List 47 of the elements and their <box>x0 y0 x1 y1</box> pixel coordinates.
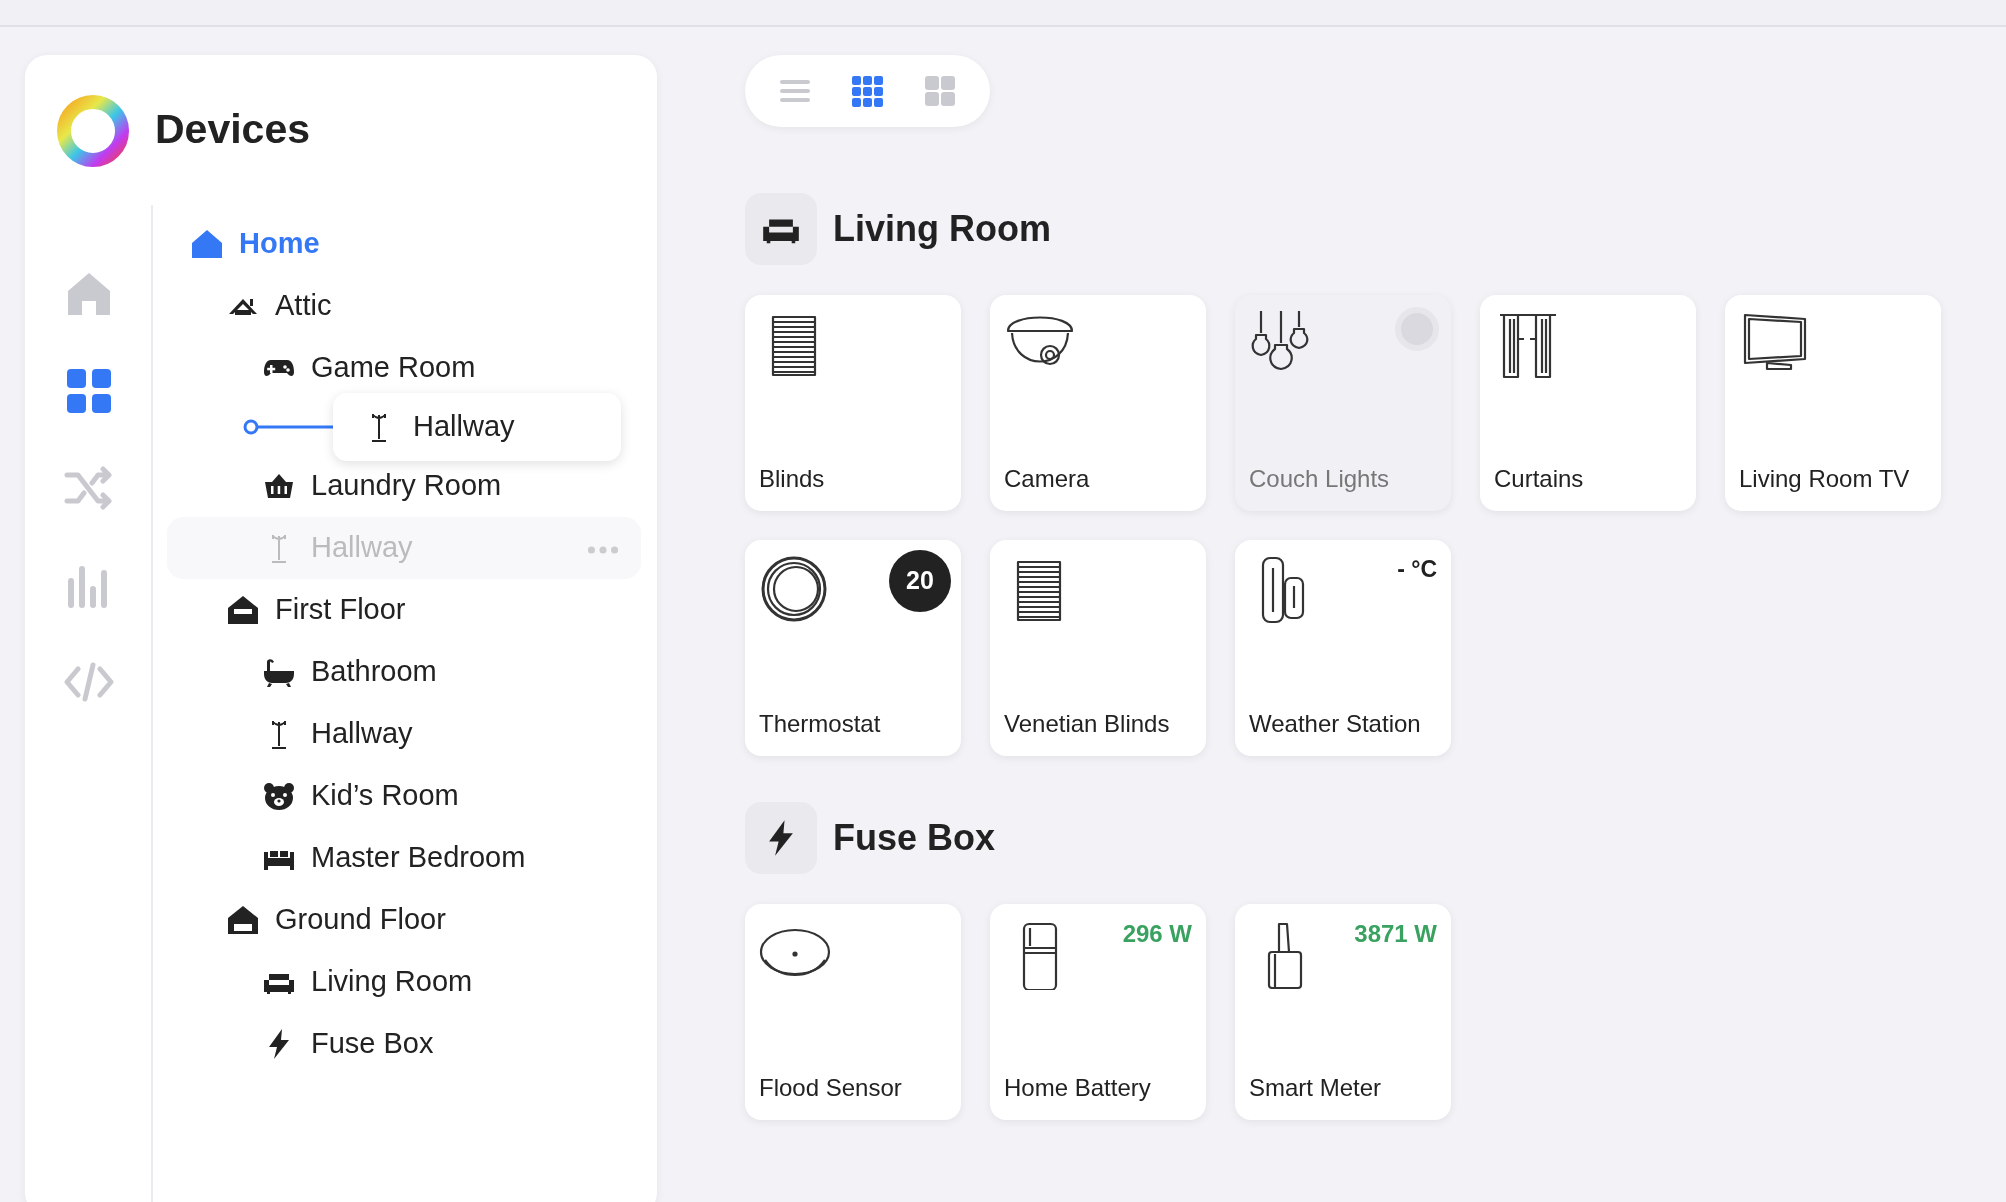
tree-item[interactable]: Kid’s Room <box>263 765 641 827</box>
device-name: Living Room TV <box>1739 464 1911 494</box>
tree-item[interactable]: Master Bedroom <box>263 827 641 889</box>
section-title: Living Room <box>833 207 1051 251</box>
device-tile[interactable]: Blinds <box>745 295 961 511</box>
device-name: Blinds <box>759 464 826 494</box>
device-name: Flood Sensor <box>759 1073 903 1103</box>
device-tile[interactable]: - °C Weather Station <box>1235 540 1451 756</box>
tree-item[interactable]: Attic <box>227 275 641 337</box>
device-tile[interactable]: Venetian Blinds <box>990 540 1206 756</box>
device-name: Weather Station <box>1249 709 1422 739</box>
tree-item[interactable]: Fuse Box <box>263 1013 641 1075</box>
temperature-reading: - °C <box>1397 555 1437 584</box>
device-tile[interactable]: 296 W Home Battery <box>990 904 1206 1120</box>
power-reading: 296 W <box>1122 919 1192 949</box>
app-title: Devices <box>155 105 310 154</box>
power-reading: 3871 W <box>1354 919 1437 949</box>
bear-icon <box>263 780 295 812</box>
tree-item[interactable]: Hallway <box>263 703 641 765</box>
device-name: Couch Lights <box>1249 464 1391 494</box>
device-tile[interactable]: Flood Sensor <box>745 904 961 1120</box>
device-name: Venetian Blinds <box>1004 709 1171 739</box>
tree-item[interactable]: Living Room <box>263 951 641 1013</box>
floor-icon <box>227 594 259 626</box>
tree-item[interactable]: Bathroom <box>263 641 641 703</box>
device-tile[interactable]: Camera <box>990 295 1206 511</box>
device-tile[interactable]: Curtains <box>1480 295 1696 511</box>
device-tile[interactable]: Living Room TV <box>1725 295 1941 511</box>
tree-item[interactable]: Laundry Room <box>263 455 641 517</box>
temperature-badge: 20 <box>889 550 951 612</box>
tree-item[interactable]: First Floor <box>227 579 641 641</box>
device-tile[interactable]: 20 Thermostat <box>745 540 961 756</box>
device-tile[interactable]: 3871 W Smart Meter <box>1235 904 1451 1120</box>
device-name: Smart Meter <box>1249 1073 1383 1103</box>
app-logo-icon <box>55 93 131 169</box>
device-name: Thermostat <box>759 709 882 739</box>
section-title: Fuse Box <box>833 816 996 860</box>
floor-icon <box>227 904 259 936</box>
tree-item[interactable]: Ground Floor <box>227 889 641 951</box>
device-name: Home Battery <box>1004 1073 1152 1103</box>
tree-item[interactable]: Home <box>191 213 641 275</box>
room-label: Hallway <box>413 409 515 445</box>
house-icon <box>191 228 223 260</box>
tree-item[interactable]: Game Room <box>263 337 641 399</box>
bathtub-icon <box>263 656 295 688</box>
device-name: Camera <box>1004 464 1091 494</box>
device-name: Curtains <box>1494 464 1585 494</box>
